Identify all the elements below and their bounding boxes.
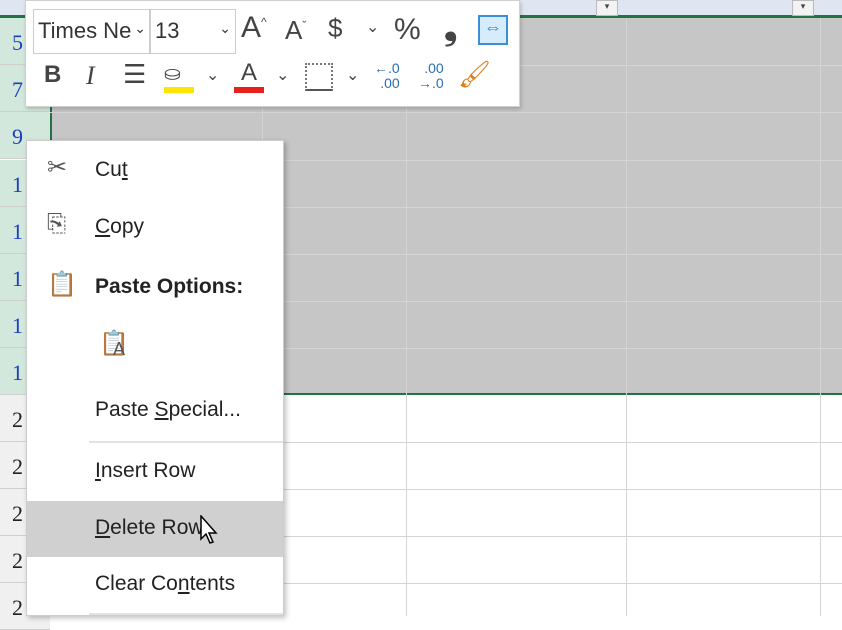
scissors-icon: ✂ [47,154,68,181]
fill-color-button[interactable]: ⛀ [164,61,194,93]
paint-bucket-icon: ⛀ [164,63,181,85]
label: pecial... [168,398,241,421]
menu-item-paste-special[interactable]: Paste Special... [27,383,283,439]
increase-font-size-button[interactable]: A^ [241,11,267,45]
label-accel: C [95,215,111,238]
chevron-down-icon: ⌄ [219,20,231,36]
paste-options-heading: 📋 Paste Options: [27,260,283,316]
percent-style-button[interactable]: % [394,13,421,47]
chevron-down-icon[interactable]: ⌄ [346,65,359,85]
menu-separator [89,613,283,615]
chevron-down-icon[interactable]: ⌄ [206,65,219,85]
mini-toolbar: Times Ne ⌄ 13 ⌄ A^ Aˇ $ ⌄ % ❟ ⇔ B I ☰ ⛀ ⌄ … [25,0,520,107]
font-size-value: 13 [155,18,180,43]
decrease-decimal-button[interactable]: .00 →.0 [418,61,444,91]
fill-color-swatch [164,87,194,93]
mouse-cursor-icon [200,515,218,544]
menu-item-copy[interactable]: ⎘ Copy [27,200,283,256]
chevron-down-icon: ⌄ [134,20,146,36]
clipboard-icon: 📋 [47,271,77,298]
font-color-swatch [234,87,264,93]
font-color-button[interactable]: A [234,59,264,93]
copy-icon: ⎘ [47,210,67,237]
increase-decimal-button[interactable]: ←.0 .00 [374,61,400,91]
menu-item-cut[interactable]: ✂ Cut [27,143,283,199]
italic-button[interactable]: I [86,61,95,91]
label: opy [110,215,145,238]
label: nsert Row [100,459,196,482]
align-center-icon[interactable]: ☰ [123,59,146,90]
chevron-down-icon[interactable]: ⌄ [276,65,289,85]
menu-item-clear-contents[interactable]: Clear Contents [27,557,283,613]
paste-values-icon[interactable]: 📋 A [99,329,133,365]
label: tents [189,572,236,595]
merge-center-icon[interactable]: ⇔ [478,15,508,45]
font-color-icon: A [240,59,257,86]
label-accel: n [177,572,190,595]
label-accel: t [121,158,128,181]
label-accel: S [154,398,169,421]
decrease-font-size-button[interactable]: Aˇ [285,15,306,46]
label-accel: D [95,516,111,539]
filter-dropdown-button[interactable]: ▾ [792,0,814,16]
label: Cu [95,158,122,181]
accounting-format-button[interactable]: $ [328,13,342,44]
font-name-value: Times Ne [38,18,132,43]
chevron-down-icon[interactable]: ⌄ [366,17,379,37]
decrease-font-icon: A [285,15,303,45]
label: Paste [95,398,155,421]
menu-item-delete-row[interactable]: Delete Row [27,501,283,557]
increase-font-icon: A [241,11,262,44]
borders-icon[interactable] [305,63,333,91]
comma-style-button[interactable]: ❟ [444,9,457,48]
label: elete Row [110,516,204,539]
filter-dropdown-button[interactable]: ▾ [596,0,618,16]
menu-item-insert-row[interactable]: Insert Row [27,444,283,500]
menu-separator [89,441,283,443]
font-name-dropdown[interactable]: Times Ne ⌄ [33,9,150,54]
label: Clear Co [95,572,178,595]
format-painter-icon[interactable]: 🖌 [458,59,491,90]
label: Paste Options: [95,275,244,298]
bold-button[interactable]: B [44,61,61,89]
context-menu: ✂ Cut ⎘ Copy 📋 Paste Options: 📋 A Paste Spec… [26,140,284,616]
font-size-dropdown[interactable]: 13 ⌄ [150,9,236,54]
